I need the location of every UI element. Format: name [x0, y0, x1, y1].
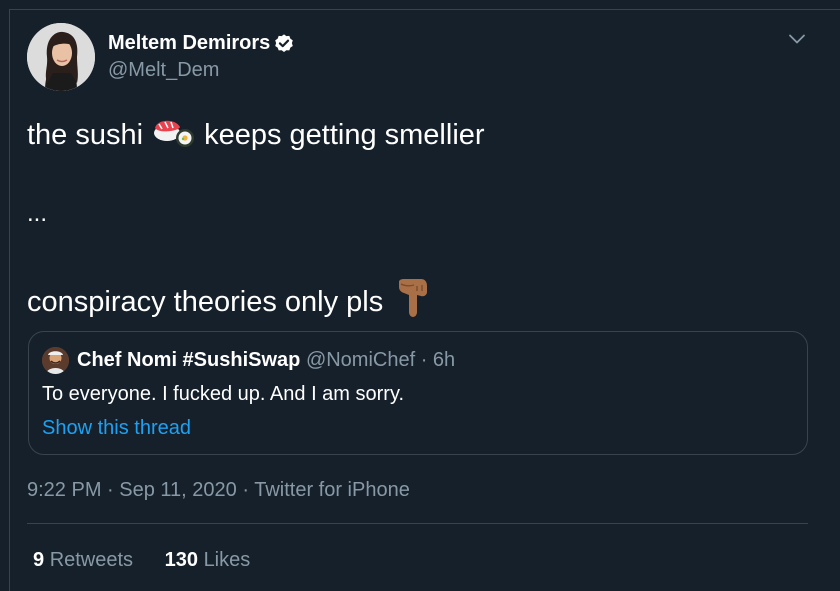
pointing-down-emoji-icon	[395, 278, 429, 326]
quoted-author-handle-time: @NomiChef · 6h	[305, 349, 456, 371]
verified-badge-icon	[273, 33, 295, 55]
quoted-tweet-card[interactable]: Chef Nomi #SushiSwap @NomiChef · 6h To e…	[28, 331, 808, 455]
tweet-text-line-1: the sushi keeps getting smellier	[27, 114, 485, 156]
tweet-time[interactable]: 9:22 PM	[27, 479, 101, 501]
likes-count: 130	[164, 549, 198, 571]
likes-label: Likes	[203, 549, 251, 571]
tweet-stats: 9 Retweets 130 Likes	[33, 549, 250, 572]
retweets-count: 9	[33, 549, 45, 571]
quoted-author-name: Chef Nomi #SushiSwap	[77, 349, 301, 371]
author-name-text[interactable]: Meltem Demirors	[108, 32, 270, 55]
tweet-text-line-2: ...	[27, 200, 48, 227]
likes-stat[interactable]: 130 Likes	[165, 549, 251, 572]
sushi-emoji-icon	[153, 114, 195, 156]
meta-separator: ·	[101, 479, 120, 501]
retweets-label: Retweets	[49, 549, 134, 571]
tweet-source[interactable]: Twitter for iPhone	[254, 479, 410, 501]
retweets-stat[interactable]: 9 Retweets	[33, 549, 133, 572]
author-avatar[interactable]	[27, 23, 95, 91]
tweet-text-line-3: conspiracy theories only pls	[27, 278, 429, 326]
chevron-down-icon[interactable]	[786, 28, 808, 50]
show-thread-link[interactable]: Show this thread	[42, 417, 191, 440]
tweet-text-part: conspiracy theories only pls	[27, 285, 384, 318]
author-name[interactable]: Meltem Demirors	[108, 32, 295, 55]
tweet-text-part: the sushi	[27, 118, 144, 151]
tweet-text-part: keeps getting smellier	[204, 118, 485, 151]
quoted-author-avatar	[42, 347, 69, 374]
tweet-timestamp-row: 9:22 PM · Sep 11, 2020 · Twitter for iPh…	[27, 479, 410, 502]
author-handle[interactable]: @Melt_Dem	[108, 59, 219, 82]
quoted-tweet-header: Chef Nomi #SushiSwap @NomiChef · 6h	[77, 349, 455, 372]
tweet-date[interactable]: Sep 11, 2020	[119, 479, 237, 501]
quoted-tweet-text: To everyone. I fucked up. And I am sorry…	[42, 383, 405, 405]
stats-divider	[27, 523, 808, 524]
meta-separator: ·	[236, 479, 255, 501]
